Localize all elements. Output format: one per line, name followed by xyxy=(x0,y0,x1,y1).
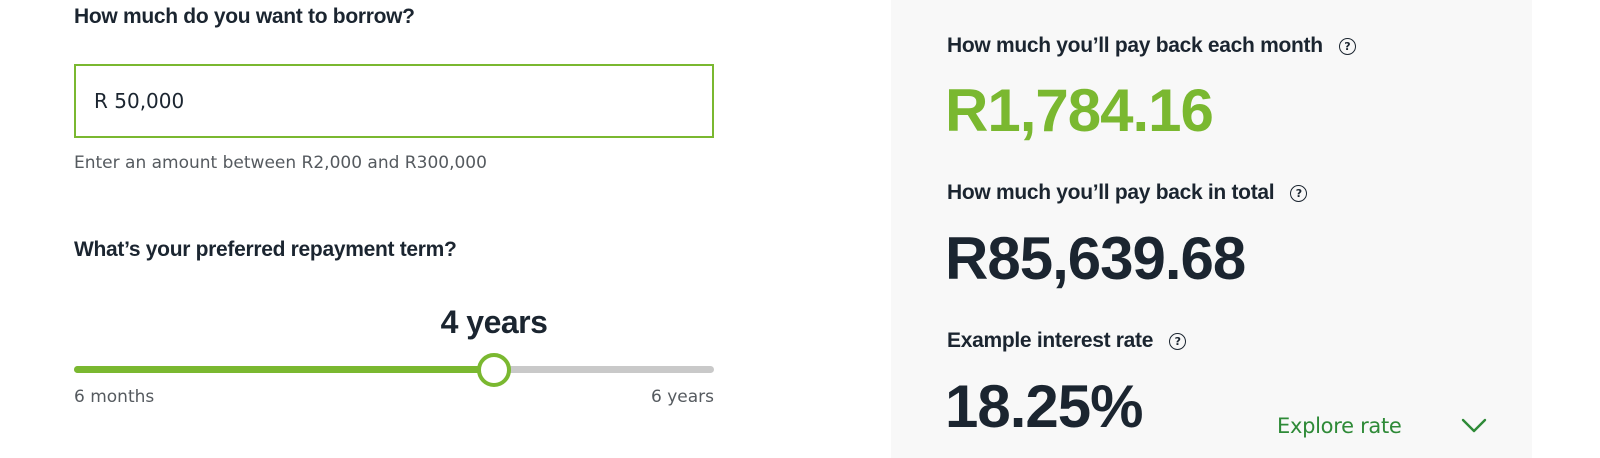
repayment-term-slider[interactable] xyxy=(74,353,714,387)
monthly-repayment-label-text: How much you’ll pay back each month xyxy=(947,34,1323,57)
interest-rate-value: 18.25% xyxy=(945,373,1143,440)
slider-thumb[interactable] xyxy=(477,353,512,387)
borrow-amount-field[interactable] xyxy=(74,64,714,138)
question-circle-icon[interactable]: ? xyxy=(1338,37,1356,55)
question-circle-icon[interactable]: ? xyxy=(1169,332,1187,350)
total-repayment-value: R85,639.68 xyxy=(945,225,1246,292)
question-circle-icon[interactable]: ? xyxy=(1290,184,1308,202)
borrow-amount-question: How much do you want to borrow? xyxy=(74,5,415,28)
monthly-repayment-value: R1,784.16 xyxy=(945,77,1214,144)
borrow-amount-hint: Enter an amount between R2,000 and R300,… xyxy=(74,153,487,173)
repayment-term-value: 4 years xyxy=(440,304,548,340)
total-repayment-label-text: How much you’ll pay back in total xyxy=(947,181,1275,204)
borrow-amount-input[interactable] xyxy=(94,89,712,113)
interest-rate-label-text: Example interest rate xyxy=(947,329,1154,352)
explore-rate-toggle[interactable]: Explore rate xyxy=(1277,409,1487,443)
slider-max-label: 6 years xyxy=(650,387,714,407)
total-repayment-label: How much you’ll pay back in total ? xyxy=(947,181,1308,205)
chevron-down-icon xyxy=(1461,418,1487,433)
interest-rate-label: Example interest rate ? xyxy=(947,329,1187,353)
monthly-repayment-label: How much you’ll pay back each month ? xyxy=(947,34,1356,58)
repayment-results-panel: How much you’ll pay back each month ? R1… xyxy=(891,0,1532,458)
loan-input-section: How much do you want to borrow? Enter an… xyxy=(74,0,714,458)
slider-track-fill xyxy=(74,366,495,373)
repayment-term-question: What’s your preferred repayment term? xyxy=(74,238,457,261)
slider-min-label: 6 months xyxy=(74,387,155,407)
explore-rate-label: Explore rate xyxy=(1277,414,1402,438)
